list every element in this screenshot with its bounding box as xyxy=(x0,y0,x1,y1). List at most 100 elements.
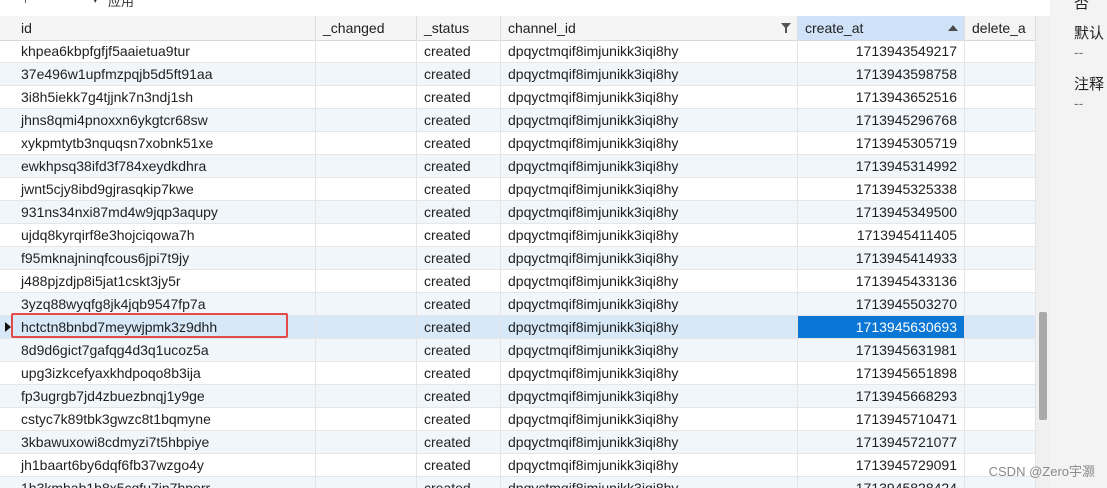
cell-changed[interactable] xyxy=(316,270,417,292)
cell-changed[interactable] xyxy=(316,224,417,246)
table-row[interactable]: f95mknajninqfcous6jpi7t9jy created dpqyctm… xyxy=(0,247,1036,270)
table-row[interactable]: jhns8qmi4pnoxxn6ykgtcr68sw created dpqyctm… xyxy=(0,109,1036,132)
cell-changed[interactable] xyxy=(316,339,417,361)
cell-create-at[interactable]: 1713945305719 xyxy=(798,132,965,154)
cell-status[interactable]: created xyxy=(417,270,501,292)
cell-create-at[interactable]: 1713945325338 xyxy=(798,178,965,200)
cell-delete-at[interactable] xyxy=(965,86,1036,108)
cell-status[interactable]: created xyxy=(417,63,501,85)
cell-channel-id[interactable]: dpqyctmqif8imjunikk3iqi8hy xyxy=(501,132,798,154)
cell-id[interactable]: 931ns34nxi87md4w9jqp3aqupy xyxy=(0,201,316,223)
cell-status[interactable]: created xyxy=(417,155,501,177)
cell-id[interactable]: jhns8qmi4pnoxxn6ykgtcr68sw xyxy=(0,109,316,131)
cell-create-at[interactable]: 1713945414933 xyxy=(798,247,965,269)
table-row[interactable]: khpea6kbpfgfjf5aaietua9tur created dpqyctm… xyxy=(0,40,1036,63)
cell-id[interactable]: f95mknajninqfcous6jpi7t9jy xyxy=(0,247,316,269)
cell-status[interactable]: created xyxy=(417,362,501,384)
cell-create-at[interactable]: 1713945296768 xyxy=(798,109,965,131)
cell-changed[interactable] xyxy=(316,477,417,488)
cell-create-at[interactable]: 1713945433136 xyxy=(798,270,965,292)
cell-delete-at[interactable] xyxy=(965,109,1036,131)
cell-create-at[interactable]: 1713943652516 xyxy=(798,86,965,108)
cell-delete-at[interactable] xyxy=(965,247,1036,269)
cell-delete-at[interactable] xyxy=(965,224,1036,246)
cell-channel-id[interactable]: dpqyctmqif8imjunikk3iqi8hy xyxy=(501,247,798,269)
cell-create-at[interactable]: 1713945729091 xyxy=(798,454,965,476)
cell-delete-at[interactable] xyxy=(965,178,1036,200)
column-header-id[interactable]: id xyxy=(0,16,316,40)
cell-changed[interactable] xyxy=(316,293,417,315)
cell-status[interactable]: created xyxy=(417,408,501,430)
cell-status[interactable]: created xyxy=(417,132,501,154)
table-row[interactable]: 931ns34nxi87md4w9jqp3aqupy created dpqyctm… xyxy=(0,201,1036,224)
table-row[interactable]: j488pjzdjp8i5jat1cskt3jy5r created dpqyctm… xyxy=(0,270,1036,293)
cell-status[interactable]: created xyxy=(417,247,501,269)
cell-channel-id[interactable]: dpqyctmqif8imjunikk3iqi8hy xyxy=(501,362,798,384)
cell-changed[interactable] xyxy=(316,40,417,62)
cell-create-at[interactable]: 1713945631981 xyxy=(798,339,965,361)
column-header-delete-at[interactable]: delete_a xyxy=(965,16,1036,40)
cell-channel-id[interactable]: dpqyctmqif8imjunikk3iqi8hy xyxy=(501,109,798,131)
cell-delete-at[interactable] xyxy=(965,293,1036,315)
cell-create-at[interactable]: 1713943549217 xyxy=(798,40,965,62)
cell-delete-at[interactable] xyxy=(965,40,1036,62)
cell-create-at[interactable]: 1713945630693 xyxy=(798,316,965,338)
table-row[interactable]: ujdq8kyrqirf8e3hojciqowa7h created dpqyctm… xyxy=(0,224,1036,247)
toolbar-apply-label[interactable]: 应用 xyxy=(108,0,134,10)
toolbar-item-0[interactable]: ⊢ xyxy=(24,0,35,7)
cell-id[interactable]: ujdq8kyrqirf8e3hojciqowa7h xyxy=(0,224,316,246)
table-row[interactable]: 1h3kmhab1b8x5cqfu7in7hporr created dpqyctm… xyxy=(0,477,1036,488)
data-grid[interactable]: id _changed _status channel_id create_at… xyxy=(0,16,1036,488)
cell-status[interactable]: created xyxy=(417,293,501,315)
cell-channel-id[interactable]: dpqyctmqif8imjunikk3iqi8hy xyxy=(501,477,798,488)
cell-changed[interactable] xyxy=(316,316,417,338)
cell-id[interactable]: 8d9d6gict7gafqg4d3q1ucoz5a xyxy=(0,339,316,361)
cell-id[interactable]: xykpmtytb3nquqsn7xobnk51xe xyxy=(0,132,316,154)
cell-status[interactable]: created xyxy=(417,431,501,453)
column-header-create-at[interactable]: create_at xyxy=(798,16,965,40)
cell-channel-id[interactable]: dpqyctmqif8imjunikk3iqi8hy xyxy=(501,178,798,200)
cell-id[interactable]: 1h3kmhab1b8x5cqfu7in7hporr xyxy=(0,477,316,488)
cell-create-at[interactable]: 1713945314992 xyxy=(798,155,965,177)
cell-status[interactable]: created xyxy=(417,40,501,62)
cell-create-at[interactable]: 1713945710471 xyxy=(798,408,965,430)
cell-changed[interactable] xyxy=(316,454,417,476)
cell-channel-id[interactable]: dpqyctmqif8imjunikk3iqi8hy xyxy=(501,40,798,62)
cell-create-at[interactable]: 1713945349500 xyxy=(798,201,965,223)
vertical-scrollbar[interactable] xyxy=(1036,16,1050,488)
cell-channel-id[interactable]: dpqyctmqif8imjunikk3iqi8hy xyxy=(501,316,798,338)
cell-delete-at[interactable] xyxy=(965,155,1036,177)
cell-status[interactable]: created xyxy=(417,201,501,223)
cell-channel-id[interactable]: dpqyctmqif8imjunikk3iqi8hy xyxy=(501,431,798,453)
cell-status[interactable]: created xyxy=(417,454,501,476)
cell-changed[interactable] xyxy=(316,385,417,407)
cell-delete-at[interactable] xyxy=(965,408,1036,430)
cell-id[interactable]: jwnt5cjy8ibd9gjrasqkip7kwe xyxy=(0,178,316,200)
cell-status[interactable]: created xyxy=(417,178,501,200)
cell-delete-at[interactable] xyxy=(965,385,1036,407)
cell-channel-id[interactable]: dpqyctmqif8imjunikk3iqi8hy xyxy=(501,155,798,177)
cell-create-at[interactable]: 1713945668293 xyxy=(798,385,965,407)
cell-id[interactable]: cstyc7k89tbk3gwzc8t1bqmyne xyxy=(0,408,316,430)
table-row[interactable]: 3kbawuxowi8cdmyzi7t5hbpiye created dpqyctm… xyxy=(0,431,1036,454)
table-row[interactable]: jh1baart6by6dqf6fb37wzgo4y created dpqyctm… xyxy=(0,454,1036,477)
cell-channel-id[interactable]: dpqyctmqif8imjunikk3iqi8hy xyxy=(501,86,798,108)
cell-id[interactable]: 3yzq88wyqfg8jk4jqb9547fp7a xyxy=(0,293,316,315)
cell-delete-at[interactable] xyxy=(965,63,1036,85)
cell-status[interactable]: created xyxy=(417,477,501,488)
cell-delete-at[interactable] xyxy=(965,201,1036,223)
toolbar-dropdown-icon[interactable]: ▾ xyxy=(92,0,99,7)
cell-delete-at[interactable] xyxy=(965,270,1036,292)
cell-status[interactable]: created xyxy=(417,316,501,338)
cell-id[interactable]: j488pjzdjp8i5jat1cskt3jy5r xyxy=(0,270,316,292)
cell-channel-id[interactable]: dpqyctmqif8imjunikk3iqi8hy xyxy=(501,454,798,476)
cell-status[interactable]: created xyxy=(417,339,501,361)
cell-channel-id[interactable]: dpqyctmqif8imjunikk3iqi8hy xyxy=(501,201,798,223)
cell-status[interactable]: created xyxy=(417,224,501,246)
cell-changed[interactable] xyxy=(316,155,417,177)
cell-status[interactable]: created xyxy=(417,109,501,131)
cell-id[interactable]: 3kbawuxowi8cdmyzi7t5hbpiye xyxy=(0,431,316,453)
table-row[interactable]: cstyc7k89tbk3gwzc8t1bqmyne created dpqyctm… xyxy=(0,408,1036,431)
scrollbar-thumb[interactable] xyxy=(1039,312,1047,420)
cell-channel-id[interactable]: dpqyctmqif8imjunikk3iqi8hy xyxy=(501,408,798,430)
